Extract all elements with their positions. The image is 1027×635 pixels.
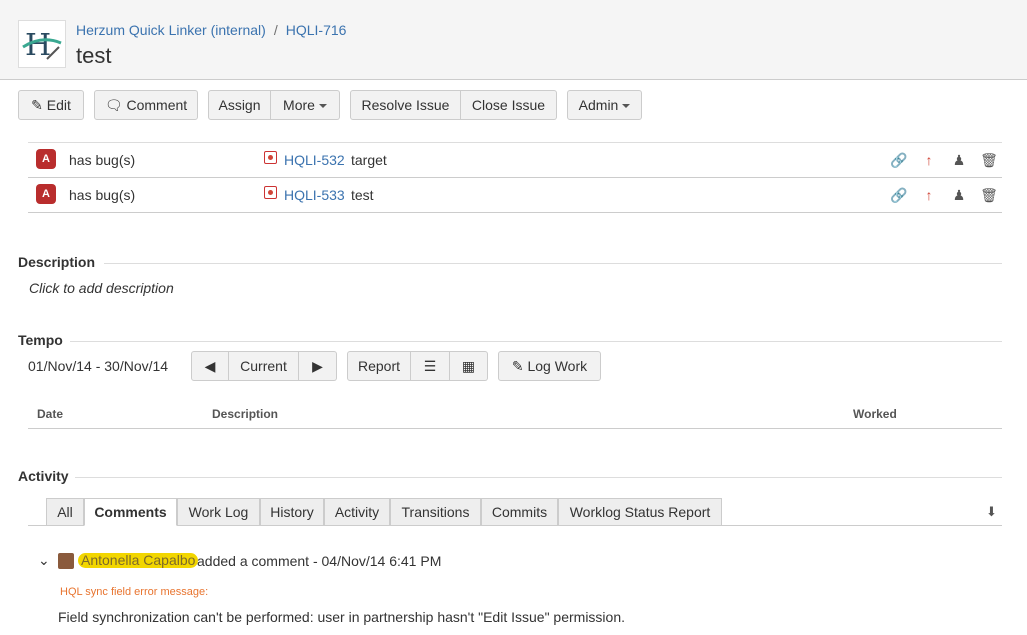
trash-icon[interactable]: 🗑 [980,186,998,204]
edit-button[interactable]: ✎ Edit [18,90,84,120]
edit-label: Edit [46,97,71,113]
comment-label: Comment [126,97,188,113]
next-period-button[interactable]: ▶ [299,351,337,381]
issue-link-row: A has bug(s) HQLI-533 test 🔗 ↑ ♟ 🗑 [28,178,1002,213]
admin-button[interactable]: Admin [567,90,642,120]
tab-work-log[interactable]: Work Log [177,498,260,526]
close-issue-button[interactable]: Close Issue [461,90,557,120]
comment-meta: added a comment - 04/Nov/14 6:41 PM [197,553,442,569]
tempo-heading: Tempo [18,332,63,348]
linked-issue-key[interactable]: HQLI-533 [284,187,345,203]
link-type-icon: A [36,184,56,204]
column-header-description[interactable]: Description [212,407,278,421]
chevron-down-icon [622,104,631,109]
avatar [58,553,74,569]
log-work-button[interactable]: ✎ Log Work [498,351,601,381]
breadcrumb: Herzum Quick Linker (internal) / HQLI-716 [76,22,346,38]
previous-period-button[interactable]: ◀ [191,351,229,381]
more-button[interactable]: More [271,90,340,120]
collapse-comment-icon[interactable]: ⌄ [38,552,50,569]
person-icon[interactable]: ♟ [950,186,968,204]
tempo-period: 01/Nov/14 - 30/Nov/14 [28,358,169,374]
tab-all[interactable]: All [46,498,84,526]
arrow-up-icon[interactable]: ↑ [920,186,938,204]
person-icon[interactable]: ♟ [950,151,968,169]
comment-button[interactable]: 🗨 Comment [94,90,198,120]
bug-icon [264,186,277,199]
current-period-button[interactable]: Current [229,351,299,381]
list-icon: ☰ [423,358,437,374]
issue-summary[interactable]: test [76,43,111,69]
assign-button[interactable]: Assign [208,90,271,120]
more-label: More [283,97,315,113]
resolve-issue-button[interactable]: Resolve Issue [350,90,461,120]
linked-issue-key[interactable]: HQLI-532 [284,152,345,168]
tab-history[interactable]: History [260,498,324,526]
tab-comments[interactable]: Comments [84,498,177,526]
arrow-up-icon[interactable]: ↑ [920,151,938,169]
linked-issue-title: target [351,152,387,168]
grid-icon: ▦ [461,358,476,374]
link-type-icon: A [36,149,56,169]
link-relation: has bug(s) [69,152,136,168]
grid-view-button[interactable]: ▦ [450,351,488,381]
link-icon[interactable]: 🔗 [890,186,908,204]
admin-label: Admin [578,97,619,113]
issue-key-link[interactable]: HQLI-716 [286,22,347,38]
trash-icon[interactable]: 🗑 [980,151,998,169]
sort-order-icon[interactable]: ⬇ [986,504,997,520]
speech-bubble-icon: 🗨 [104,97,123,113]
pencil-icon: ✎ [511,358,524,374]
activity-heading: Activity [18,468,69,484]
issue-links-table: A has bug(s) HQLI-532 target 🔗 ↑ ♟ 🗑 A h… [28,142,1002,213]
tab-worklog-status-report[interactable]: Worklog Status Report [558,498,722,526]
pencil-icon: ✎ [31,97,43,113]
comment-body: Field synchronization can't be performed… [58,609,626,625]
chevron-down-icon [318,104,327,109]
link-icon[interactable]: 🔗 [890,151,908,169]
chevron-left-icon: ◀ [204,358,216,374]
issue-header: H Herzum Quick Linker (internal) / HQLI-71… [0,0,1027,80]
bug-icon [264,151,277,164]
tab-commits[interactable]: Commits [481,498,558,526]
comment-author[interactable]: Antonella Capalbo [78,553,199,568]
issue-link-row: A has bug(s) HQLI-532 target 🔗 ↑ ♟ 🗑 [28,143,1002,178]
project-logo[interactable]: H [18,20,66,68]
breadcrumb-separator: / [273,22,278,38]
report-button[interactable]: Report [347,351,411,381]
column-header-worked[interactable]: Worked [853,407,897,421]
sync-error-title: HQL sync field error message: [60,586,209,598]
list-view-button[interactable]: ☰ [411,351,450,381]
description-heading: Description [18,254,96,270]
log-work-label: Log Work [527,358,588,374]
chevron-right-icon: ▶ [312,358,323,374]
link-relation: has bug(s) [69,187,136,203]
tab-transitions[interactable]: Transitions [390,498,481,526]
description-placeholder[interactable]: Click to add description [29,280,174,296]
column-header-date[interactable]: Date [37,407,63,421]
tab-activity[interactable]: Activity [324,498,390,526]
project-link[interactable]: Herzum Quick Linker (internal) [76,22,266,38]
linked-issue-title: test [351,187,374,203]
